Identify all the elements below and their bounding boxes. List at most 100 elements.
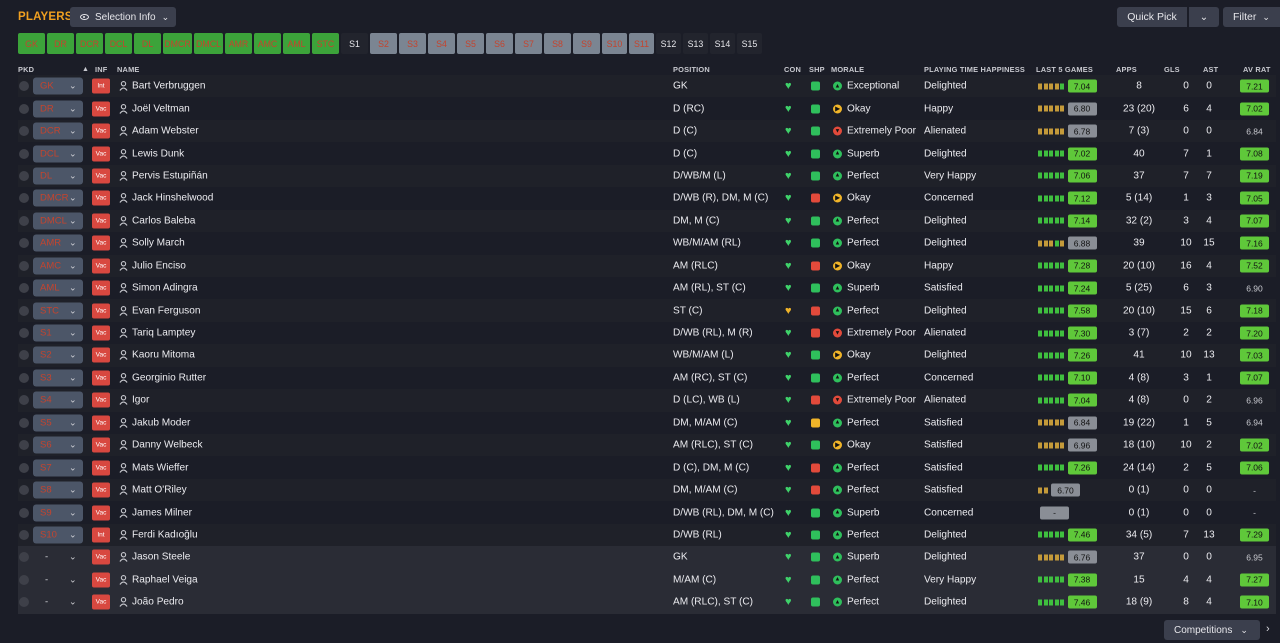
player-name[interactable]: Jakub Moder [132,417,190,428]
player-name[interactable]: Georginio Rutter [132,372,206,383]
table-row[interactable]: DL ⌄ Vac Pervis Estupiñán D/WB/M (L) ♥ ▲… [18,164,1276,188]
table-row[interactable]: S10 ⌄ Int Ferdi Kadıoğlu D/WB (RL) ♥ ▲ P… [18,523,1276,547]
table-row[interactable]: - ⌄ Vac Jason Steele GK ♥ ▲ Superb Delig… [18,546,1276,569]
pick-icon[interactable] [19,574,29,585]
player-name[interactable]: Lewis Dunk [132,148,184,159]
table-row[interactable]: AMC ⌄ Vac Julio Enciso AM (RLC) ♥ ▶ Okay… [18,254,1276,277]
table-row[interactable]: S7 ⌄ Vac Mats Wieffer D (C), DM, M (C) ♥… [18,456,1276,478]
position-chip[interactable]: S11 [629,33,654,54]
position-chip[interactable]: S7 [515,33,542,54]
pick-icon[interactable] [19,395,29,406]
player-name[interactable]: Tariq Lamptey [132,328,195,339]
player-name[interactable]: Danny Welbeck [132,440,203,451]
position-chip[interactable]: S8 [544,33,571,54]
position-chip[interactable]: S2 [370,33,397,54]
position-chip[interactable]: DMCR [163,33,192,54]
player-name[interactable]: Carlos Baleba [132,215,195,226]
position-chip[interactable]: DCR [76,33,103,54]
col-pkd[interactable]: PKD [18,65,34,75]
pick-icon[interactable] [19,417,29,428]
pick-icon[interactable] [19,215,29,226]
player-name[interactable]: Simon Adingra [132,283,198,294]
col-shp[interactable]: SHP [809,65,825,75]
player-name[interactable]: James Milner [132,507,192,518]
position-chip[interactable]: S10 [602,33,627,54]
chevron-right-icon[interactable]: › [1266,623,1270,635]
table-row[interactable]: DMCL ⌄ Vac Carlos Baleba DM, M (C) ♥ ▲ P… [18,209,1276,233]
table-row[interactable]: S2 ⌄ Vac Kaoru Mitoma WB/M/AM (L) ♥ ▶ Ok… [18,344,1276,367]
player-name[interactable]: Pervis Estupiñán [132,170,208,181]
position-chip[interactable]: S14 [710,33,735,54]
competitions-button[interactable]: Competitions ⌄ [1164,620,1260,640]
pick-icon[interactable] [19,462,29,473]
position-chip[interactable]: AMR [225,33,252,54]
col-gls[interactable]: GLS [1164,65,1180,75]
table-row[interactable]: S9 ⌄ Vac James Milner D/WB (RL), DM, M (… [18,501,1276,523]
col-name[interactable]: NAME [117,65,140,75]
table-row[interactable]: S5 ⌄ Vac Jakub Moder DM, M/AM (C) ♥ ▲ Pe… [18,412,1276,434]
position-chip[interactable]: S6 [486,33,513,54]
position-chip[interactable]: DR [47,33,74,54]
pick-icon[interactable] [19,103,29,114]
pick-icon[interactable] [19,372,29,383]
player-name[interactable]: Raphael Veiga [132,574,198,585]
selection-info-button[interactable]: Selection Info ⌄ [70,7,176,27]
table-row[interactable]: S4 ⌄ Vac Igor D (LC), WB (L) ♥ ▼ Extreme… [18,389,1276,412]
table-row[interactable]: S8 ⌄ Vac Matt O'Riley DM, M/AM (C) ♥ ▲ P… [18,478,1276,502]
pick-icon[interactable] [19,597,29,608]
table-row[interactable]: S6 ⌄ Vac Danny Welbeck AM (RLC), ST (C) … [18,434,1276,457]
table-row[interactable]: - ⌄ Vac Raphael Veiga M/AM (C) ♥ ▲ Perfe… [18,568,1276,592]
table-row[interactable]: DR ⌄ Vac Joël Veltman D (RC) ♥ ▶ Okay Ha… [18,97,1276,119]
pick-icon[interactable] [19,350,29,361]
position-chip[interactable]: AMC [254,33,281,54]
pick-icon[interactable] [19,170,29,181]
player-name[interactable]: Matt O'Riley [132,485,187,496]
col-ast[interactable]: AST [1203,65,1218,75]
player-name[interactable]: Bart Verbruggen [132,81,206,92]
player-name[interactable]: Jack Hinshelwood [132,193,213,204]
pick-icon[interactable] [19,440,29,451]
col-morale[interactable]: MORALE [831,65,864,75]
quick-pick-button[interactable]: Quick Pick [1117,7,1187,27]
player-name[interactable]: João Pedro [132,597,184,608]
position-chip[interactable]: DL [134,33,161,54]
col-apps[interactable]: APPS [1116,65,1137,75]
pick-icon[interactable] [19,283,29,294]
table-row[interactable]: - ⌄ Vac João Pedro AM (RLC), ST (C) ♥ ▲ … [18,591,1276,614]
position-chip[interactable]: DCL [105,33,132,54]
player-name[interactable]: Joël Veltman [132,103,190,114]
table-row[interactable]: AMR ⌄ Vac Solly March WB/M/AM (RL) ♥ ▲ P… [18,232,1276,254]
position-chip[interactable]: S13 [683,33,708,54]
pick-icon[interactable] [19,81,29,92]
player-name[interactable]: Solly March [132,238,185,249]
pick-icon[interactable] [19,126,29,137]
player-name[interactable]: Jason Steele [132,552,190,563]
position-chip[interactable]: AML [283,33,310,54]
player-name[interactable]: Adam Webster [132,126,199,137]
table-row[interactable]: GK ⌄ Int Bart Verbruggen GK ♥ ▲ Exceptio… [18,75,1276,98]
player-name[interactable]: Kaoru Mitoma [132,350,195,361]
position-chip[interactable]: S12 [656,33,681,54]
filter-button[interactable]: Filter ⌄ [1223,7,1280,27]
position-chip[interactable]: S3 [399,33,426,54]
pick-icon[interactable] [19,193,29,204]
player-name[interactable]: Mats Wieffer [132,462,188,473]
position-chip[interactable]: GK [18,33,45,54]
position-chip[interactable]: S9 [573,33,600,54]
player-name[interactable]: Ferdi Kadıoğlu [132,529,198,540]
pick-icon[interactable] [19,529,29,540]
position-chip[interactable]: S15 [737,33,762,54]
pick-icon[interactable] [19,507,29,518]
position-chip[interactable]: DMCL [194,33,223,54]
table-row[interactable]: DMCR ⌄ Vac Jack Hinshelwood D/WB (R), DM… [18,187,1276,209]
pick-icon[interactable] [19,485,29,496]
pick-icon[interactable] [19,305,29,316]
col-position[interactable]: POSITION [673,65,710,75]
table-row[interactable]: S1 ⌄ Vac Tariq Lamptey D/WB (RL), M (R) … [18,322,1276,344]
table-row[interactable]: DCR ⌄ Vac Adam Webster D (C) ♥ ▼ Extreme… [18,119,1276,143]
col-playing-time[interactable]: PLAYING TIME HAPPINESS [924,65,1025,75]
table-row[interactable]: S3 ⌄ Vac Georginio Rutter AM (RC), ST (C… [18,367,1276,389]
col-inf[interactable]: INF [95,65,108,75]
position-chip[interactable]: S5 [457,33,484,54]
col-last5[interactable]: LAST 5 GAMES [1036,65,1093,75]
